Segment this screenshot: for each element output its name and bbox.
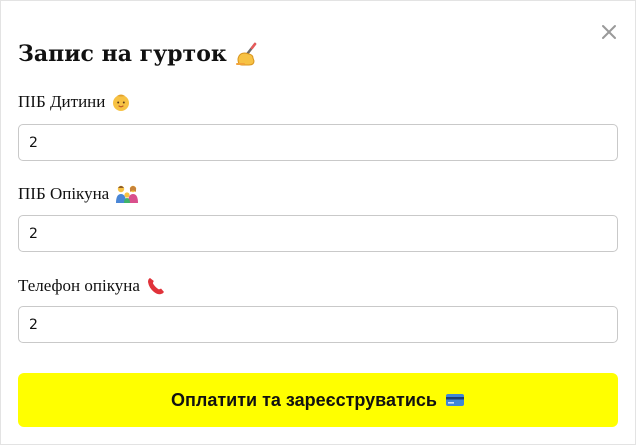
- family-icon: [115, 184, 139, 204]
- child-name-label-row: ПІБ Дитини: [18, 92, 131, 112]
- close-icon: [602, 25, 616, 39]
- guardian-name-input[interactable]: [18, 215, 618, 252]
- baby-icon: [111, 92, 131, 112]
- modal-title: Запис на гурток: [18, 41, 227, 67]
- close-button[interactable]: [600, 23, 618, 41]
- guardian-name-label-row: ПІБ Опікуна: [18, 184, 139, 204]
- child-name-label: ПІБ Дитини: [18, 92, 106, 111]
- telephone-receiver-icon: [146, 276, 166, 296]
- guardian-phone-input[interactable]: [18, 306, 618, 343]
- credit-card-icon: [445, 392, 465, 408]
- child-name-input[interactable]: [18, 124, 618, 161]
- guardian-name-label: ПІБ Опікуна: [18, 184, 110, 203]
- writing-hand-icon: [235, 41, 261, 67]
- guardian-phone-label-row: Телефон опікуна: [18, 276, 166, 296]
- modal-title-row: Запис на гурток: [18, 41, 261, 67]
- pay-and-register-label: Оплатити та зареєструватись: [171, 389, 437, 410]
- guardian-phone-label: Телефон опікуна: [18, 276, 140, 295]
- pay-and-register-button[interactable]: Оплатити та зареєструватись: [18, 373, 618, 427]
- registration-modal: Запис на гурток ПІБ Дитини 2 ПІБ Опікуна…: [0, 0, 636, 445]
